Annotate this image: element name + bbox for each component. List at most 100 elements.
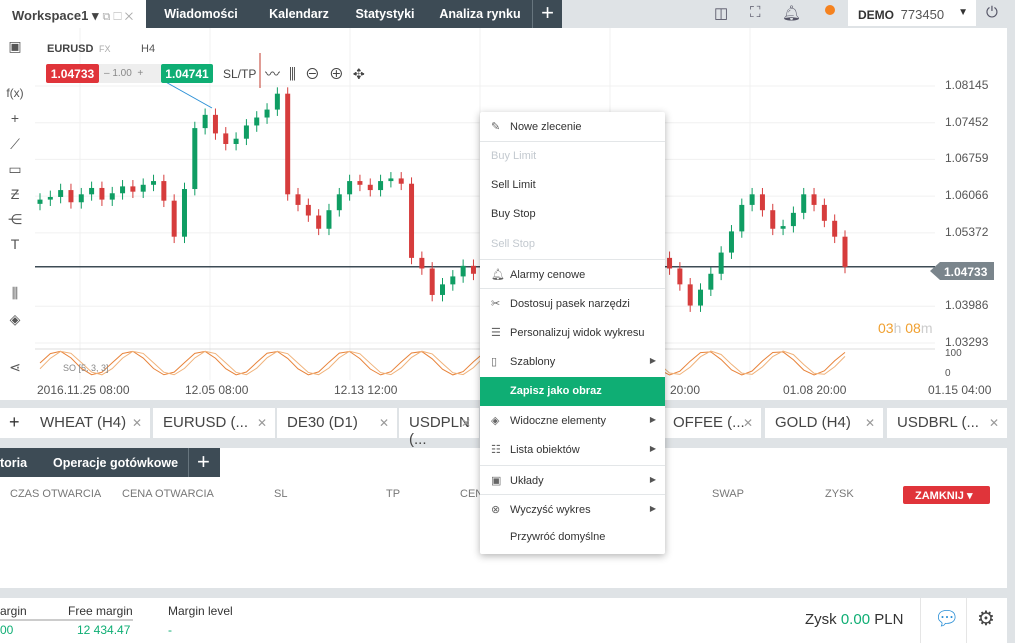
instrument-tab-label: GOLD (H4) [775, 414, 851, 431]
osc-max: 100 [945, 348, 962, 359]
text-tool-icon[interactable]: T [6, 236, 24, 252]
chart-type-icon[interactable]: ⫼ [6, 285, 24, 302]
instrument-tab[interactable]: DE30 (D1) ✕ [277, 408, 397, 438]
menu-item[interactable]: ☷ Lista obiektów ▶ [480, 435, 665, 464]
instrument-tab[interactable]: WHEAT (H4) ✕ [30, 408, 150, 438]
indicator-fx-icon[interactable]: f(x) [6, 86, 24, 100]
menu-item[interactable]: ▣ Układy ▶ [480, 464, 665, 494]
tab-market-analysis[interactable]: Analiza rynku [428, 0, 532, 28]
tab-calendar[interactable]: Kalendarz [256, 0, 342, 28]
chat-icon[interactable]: 💬︎ [920, 598, 966, 643]
pitchfork-tool-icon[interactable]: ⋲ [6, 211, 24, 228]
candle [78, 194, 84, 203]
menu-item[interactable]: Sell Limit [480, 171, 665, 200]
power-icon[interactable]: ⏻ [986, 4, 998, 21]
price-tick: 1.03293 [945, 335, 989, 349]
crosshair-icon[interactable]: + [6, 110, 24, 126]
close-tab-icon[interactable]: ✕ [743, 416, 753, 430]
fibonacci-tool-icon[interactable]: Ƶ [6, 186, 24, 202]
close-tab-icon[interactable]: ✕ [379, 416, 389, 430]
candle [667, 257, 673, 269]
menu-item[interactable]: ✎ Nowe zlecenie [480, 112, 665, 141]
menu-item[interactable]: Buy Stop [480, 200, 665, 229]
tab-history[interactable]: toria [0, 456, 27, 470]
tab-stats[interactable]: Statystyki [342, 0, 428, 28]
chart-toolbar-icons[interactable]: 〰⫼⊖⊕✥ [265, 63, 374, 84]
interval-selector[interactable]: H4 [141, 43, 155, 55]
clear-icon: ⊗ [491, 504, 501, 517]
menu-item-label: Personalizuj widok wykresu [510, 326, 645, 339]
candle [801, 194, 807, 213]
candle [811, 194, 817, 205]
bell-icon: 🔔︎ [491, 268, 505, 281]
bell-icon[interactable]: 🔔︎ [782, 4, 801, 22]
menu-item-label: Buy Stop [491, 208, 536, 221]
candle [295, 194, 301, 205]
candle [212, 114, 218, 134]
menu-item: Sell Stop [480, 230, 665, 259]
candle [780, 226, 786, 229]
buy-button[interactable]: 1.04741 [161, 64, 213, 83]
menu-item[interactable]: ⊗ Wyczyść wykres ▶ [480, 494, 665, 523]
price-tick: 1.06066 [945, 188, 989, 203]
close-all-label: ZAMKNIJ [915, 490, 964, 502]
instrument-tab[interactable]: USDPLN (... ✕ [399, 408, 479, 448]
instrument-tab[interactable]: OFFEE (... ✕ [663, 408, 761, 438]
candle [460, 265, 466, 277]
current-price-label: 1.04733 [930, 262, 994, 280]
layout-icon[interactable]: ◫ [714, 4, 728, 22]
add-panel-tab-icon[interactable]: + [188, 448, 210, 477]
layers-icon[interactable]: ◈ [6, 311, 24, 328]
tab-news[interactable]: Wiadomości [146, 0, 256, 28]
account-number: 773450 [900, 7, 945, 22]
sell-button[interactable]: 1.04733 [46, 64, 99, 83]
menu-item[interactable]: ✂ Dostosuj pasek narzędzi [480, 288, 665, 317]
menu-item[interactable]: ▯ Szablony ▶ [480, 347, 665, 376]
instrument-tab-label: DE30 (D1) [287, 414, 358, 431]
menu-item[interactable]: ◈ Widoczne elementy ▶ [480, 406, 665, 435]
menu-item[interactable]: 🔔︎ Alarmy cenowe [480, 258, 665, 288]
add-tab-icon[interactable]: + [532, 0, 562, 28]
window-controls-icon[interactable]: ⧉ ☐ ✕ [103, 11, 134, 23]
candle [171, 200, 177, 237]
close-tab-icon[interactable]: ✕ [865, 416, 875, 430]
add-instrument-icon[interactable]: + [0, 408, 30, 438]
workspace-selector[interactable]: Workspace1 ▾ ⧉ ☐ ✕ [0, 0, 146, 28]
instrument-tab[interactable]: USDBRL (... ✕ [887, 408, 1007, 438]
time-tick: 01.08 20:00 [783, 383, 847, 397]
candle [140, 184, 146, 192]
close-tab-icon[interactable]: ✕ [132, 416, 142, 430]
menu-item-label: Alarmy cenowe [510, 268, 586, 281]
instrument-tab[interactable]: GOLD (H4) ✕ [765, 408, 883, 438]
menu-item[interactable]: Zapisz jako obraz [480, 376, 665, 406]
candle [698, 289, 704, 306]
menu-item[interactable]: Przywróć domyślne [480, 523, 665, 552]
candle [202, 114, 208, 129]
volume-input[interactable]: – 1.00 + [99, 64, 161, 83]
account-selector[interactable]: DEMO 773450 ▼ [848, 0, 976, 26]
settings-icon[interactable]: ⚙ [966, 598, 1007, 643]
price-tick: 1.08145 [945, 78, 989, 92]
close-tab-icon[interactable]: ✕ [257, 416, 267, 430]
tools-icon: ✂ [491, 298, 501, 311]
menu-item[interactable]: ☰ Personalizuj widok wykresu [480, 318, 665, 347]
share-icon[interactable]: ⋖ [6, 359, 24, 376]
candle [708, 273, 714, 290]
close-tab-icon[interactable]: ✕ [989, 416, 999, 430]
fullscreen-icon[interactable]: ⛶ [750, 4, 761, 21]
rectangle-tool-icon[interactable]: ▭ [6, 161, 24, 178]
symbol-label[interactable]: EURUSD [47, 43, 93, 55]
instrument-tab[interactable]: EURUSD (... ✕ [153, 408, 275, 438]
time-tick: 12.05 08:00 [185, 383, 249, 397]
price-tick: 1.03986 [945, 298, 989, 313]
close-all-button[interactable]: ZAMKNIJ ▾ [903, 486, 990, 504]
tab-cash-operations[interactable]: Operacje gotówkowe [53, 456, 178, 470]
sltp-button[interactable]: SL/TP [223, 67, 256, 81]
line-tool-icon[interactable]: ⟋ [6, 136, 24, 153]
countdown-minutes: 08 [905, 320, 921, 336]
candle [419, 257, 425, 269]
candle [130, 186, 136, 192]
submenu-arrow-icon: ▶ [649, 414, 656, 424]
close-tab-icon[interactable]: ✕ [461, 416, 471, 430]
chart-layout-icon[interactable]: ▣ [6, 38, 24, 55]
